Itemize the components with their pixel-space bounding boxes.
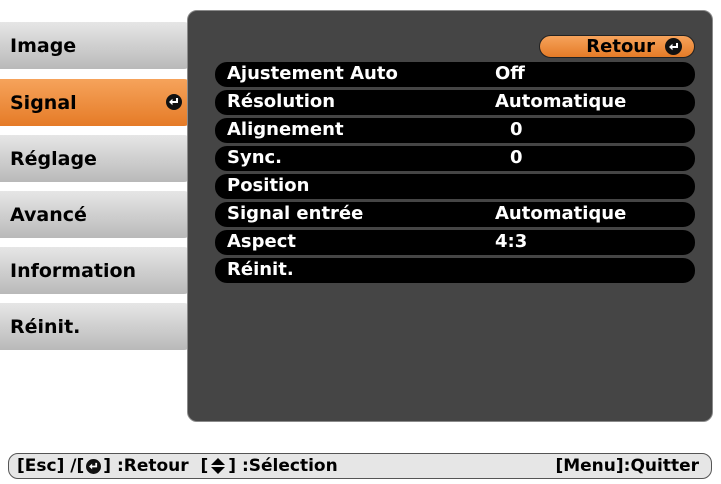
setting-value: Automatique: [495, 91, 627, 112]
setting-value: Automatique: [495, 203, 627, 224]
setting-row-position[interactable]: Position: [215, 174, 695, 199]
help-quit-label: [Menu]:Quitter: [555, 456, 699, 476]
setting-label: Signal entrée: [227, 203, 364, 224]
help-bar-left: [Esc] /[ ] :Retour [ ] :Sélection: [17, 456, 338, 476]
up-down-arrow-icon: [211, 458, 226, 474]
menu-item-label: Information: [10, 259, 137, 282]
menu-item-reinit[interactable]: Réinit.: [0, 303, 192, 350]
enter-icon: [86, 458, 102, 474]
menu-item-label: Image: [10, 34, 77, 57]
help-bar: [Esc] /[ ] :Retour [ ] :Sélection [Menu]…: [8, 453, 712, 479]
menu-item-reglage[interactable]: Réglage: [0, 135, 192, 182]
menu-item-label: Avancé: [10, 203, 87, 226]
help-retour-label: ] :Retour [: [103, 456, 209, 476]
setting-label: Réinit.: [227, 259, 294, 280]
enter-icon: [665, 38, 682, 55]
menu-item-label: Réglage: [10, 147, 97, 170]
menu-item-image[interactable]: Image: [0, 22, 192, 69]
setting-row-aspect[interactable]: Aspect 4:3: [215, 230, 695, 255]
menu-item-information[interactable]: Information: [0, 247, 192, 294]
menu-item-avance[interactable]: Avancé: [0, 191, 192, 238]
setting-label: Ajustement Auto: [227, 63, 398, 84]
menu-item-signal[interactable]: Signal: [0, 79, 192, 126]
menu-item-label: Réinit.: [10, 315, 81, 338]
menu-item-label: Signal: [10, 91, 77, 114]
setting-value: 0: [510, 147, 523, 168]
help-selection-label: ] :Sélection: [228, 456, 338, 476]
setting-label: Résolution: [227, 91, 336, 112]
setting-value: 0: [510, 119, 523, 140]
setting-row-sync[interactable]: Sync. 0: [215, 146, 695, 171]
setting-label: Aspect: [227, 231, 297, 252]
setting-row-ajustement-auto[interactable]: Ajustement Auto Off: [215, 62, 695, 87]
back-button[interactable]: Retour: [539, 35, 695, 58]
setting-row-resolution[interactable]: Résolution Automatique: [215, 90, 695, 115]
help-esc-label: [Esc] /[: [17, 456, 85, 476]
setting-value: Off: [495, 63, 525, 84]
setting-row-reinit[interactable]: Réinit.: [215, 258, 695, 283]
setting-row-signal-entree[interactable]: Signal entrée Automatique: [215, 202, 695, 227]
setting-row-alignement[interactable]: Alignement 0: [215, 118, 695, 143]
setting-value: 4:3: [495, 231, 528, 252]
setting-label: Sync.: [227, 147, 283, 168]
setting-label: Position: [227, 175, 310, 196]
enter-icon: [166, 94, 182, 110]
setting-label: Alignement: [227, 119, 344, 140]
back-button-label: Retour: [586, 36, 655, 57]
